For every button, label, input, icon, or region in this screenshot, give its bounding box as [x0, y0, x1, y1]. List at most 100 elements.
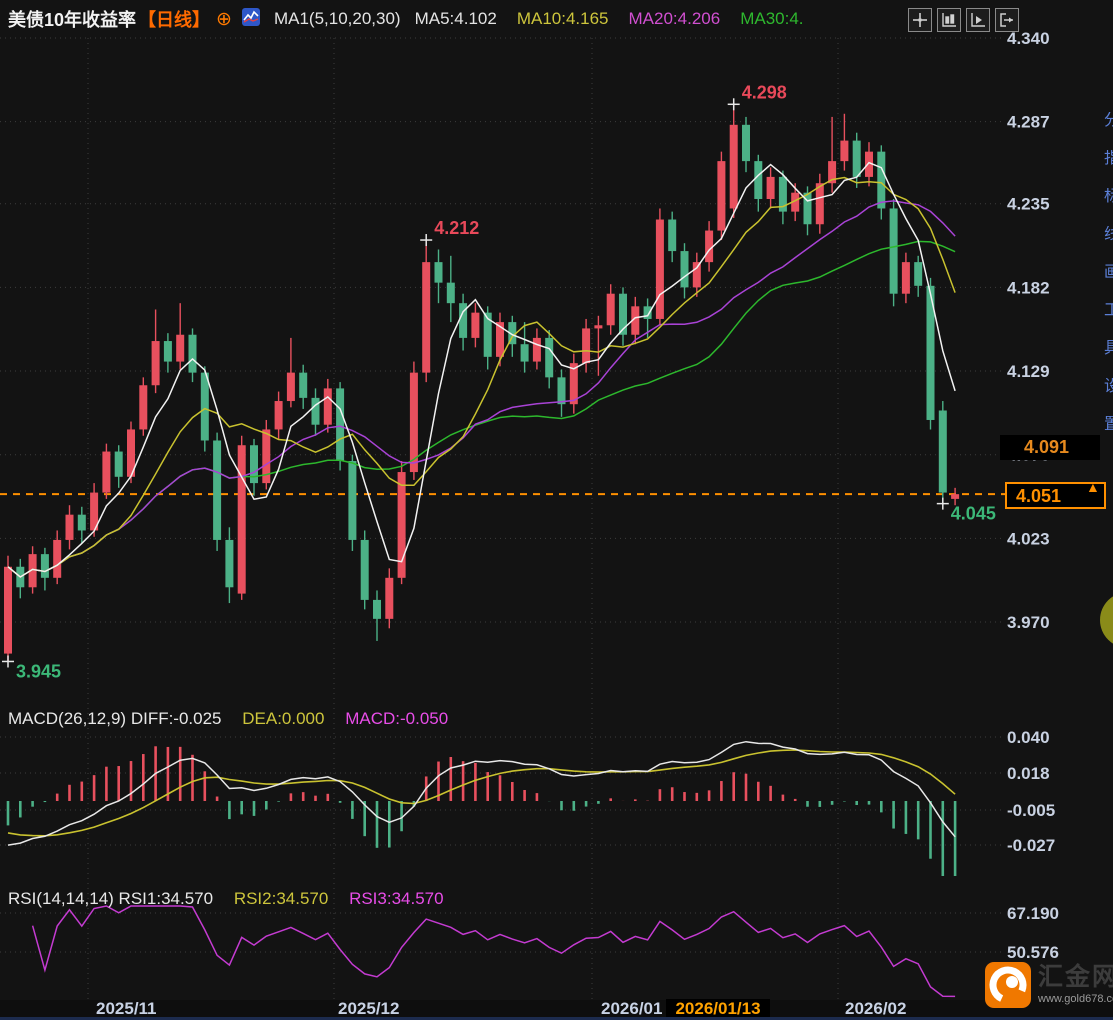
candle-body: [471, 312, 480, 338]
candle-body: [274, 401, 283, 430]
site-logo: 汇金网 www.gold678.com: [985, 962, 1113, 1008]
ma10-line: [7, 176, 956, 578]
ma10-value: MA10:4.165: [516, 9, 609, 28]
candle-body: [434, 262, 443, 283]
period-tag[interactable]: 【日线】: [138, 6, 210, 32]
candle-body: [311, 397, 320, 425]
side-tool-button-partial[interactable]: 设: [1104, 378, 1113, 396]
kline-mini-icon[interactable]: [241, 7, 260, 31]
candle-body: [385, 577, 394, 619]
candle-body: [53, 539, 62, 578]
macd-header: MACD(26,12,9) DIFF:-0.025 DEA:0.000 MACD…: [8, 709, 448, 729]
candle-body: [901, 262, 910, 294]
ma20-value: MA20:4.206: [628, 9, 721, 28]
side-tool-button-partial[interactable]: 工: [1104, 302, 1113, 320]
candle-body: [668, 219, 677, 252]
candle-body: [717, 161, 726, 231]
candle-body: [176, 334, 185, 362]
logo-name: 汇金网: [1038, 963, 1113, 991]
crosshair-icon[interactable]: [908, 8, 932, 32]
time-axis[interactable]: 2025/11 2025/12 2026/01 2026/02 2026/01/13 星…: [0, 999, 1113, 1020]
candle-body: [225, 539, 234, 588]
exit-right-icon[interactable]: [995, 8, 1019, 32]
chart-header: 美债10年收益率 【日线】 ⊕ MA1(5,10,20,30) MA5:4.10…: [8, 6, 804, 32]
candle-body: [729, 124, 738, 209]
ma5-line: [7, 161, 956, 578]
candle-body: [213, 440, 222, 540]
logo-url: www.gold678.com: [1038, 993, 1113, 1005]
price-axis-label: 3.970: [1007, 613, 1050, 632]
side-tool-button-partial[interactable]: 标: [1104, 188, 1113, 206]
price-axis-label: 4.235: [1007, 195, 1050, 214]
candle-body: [65, 514, 74, 540]
macd-axis-label: 0.018: [1007, 764, 1050, 783]
side-tool-button-partial[interactable]: 线: [1104, 226, 1113, 244]
month-label: 2026/02: [845, 999, 907, 1018]
side-tool-button-partial[interactable]: 指: [1104, 150, 1113, 168]
candle-body: [594, 325, 603, 329]
extreme-price-label: 4.298: [742, 82, 787, 102]
candle-body: [114, 451, 123, 477]
candle-body: [692, 262, 701, 288]
candle-body: [914, 262, 923, 286]
candle-body: [532, 337, 541, 362]
candle-body: [643, 306, 652, 319]
candle-body: [705, 230, 714, 263]
candle-body: [102, 451, 111, 493]
candle-body: [237, 445, 246, 594]
price-axis-label: 4.287: [1007, 113, 1050, 132]
ma20-line: [7, 200, 956, 578]
side-tool-button-partial[interactable]: 分: [1104, 112, 1113, 130]
chart-canvas[interactable]: 3.9454.2124.2984.0454.3404.2874.2354.182…: [0, 0, 1113, 1020]
candle-body: [840, 140, 849, 162]
rsi-params-rsi1: RSI(14,14,14) RSI1:34.570: [8, 889, 214, 908]
candle-body: [877, 151, 886, 209]
candle-body: [200, 372, 209, 441]
macd-params-diff: MACD(26,12,9) DIFF:-0.025: [8, 709, 222, 728]
candle-body: [582, 328, 591, 364]
price-axis-label: 4.129: [1007, 362, 1050, 381]
rsi-line: [31, 905, 956, 998]
candle-body: [323, 388, 332, 425]
ma30-value: MA30:4.: [740, 9, 804, 28]
candle-body: [163, 341, 172, 362]
month-label: 2026/01: [601, 999, 663, 1018]
candle-body: [4, 566, 12, 654]
macd-dea-value: DEA:0.000: [242, 709, 325, 728]
side-tool-button-partial[interactable]: 具: [1104, 340, 1113, 358]
side-tool-button-partial[interactable]: 画: [1104, 264, 1113, 282]
kline-play-icon[interactable]: [966, 8, 990, 32]
price-up-arrow-icon: ▲: [1086, 479, 1100, 495]
kline-axis-icon[interactable]: [937, 8, 961, 32]
macd-dea-line: [7, 749, 956, 837]
logo-swirl-icon: [985, 962, 1031, 1008]
candle-body: [766, 176, 775, 199]
candle-body: [557, 377, 566, 405]
candle-body: [446, 282, 455, 304]
price-axis-label: 4.182: [1007, 278, 1050, 297]
candle-body: [852, 140, 861, 177]
candle-body: [299, 372, 308, 398]
candle-body: [545, 337, 554, 378]
candle-body: [151, 341, 160, 386]
extreme-price-label: 4.045: [951, 504, 996, 524]
candle-body: [938, 410, 947, 493]
rsi-axis-label: 67.190: [1007, 904, 1059, 923]
rsi2-value: RSI2:34.570: [233, 889, 329, 908]
selected-date-label: 2026/01/13 星期二: [666, 999, 770, 1020]
candle-body: [360, 539, 369, 600]
add-indicator-icon[interactable]: ⊕: [216, 10, 232, 29]
candle-body: [40, 554, 49, 578]
ma-group-label: MA1(5,10,20,30): [273, 9, 401, 28]
candle-body: [373, 599, 381, 619]
side-tool-button-partial[interactable]: 置: [1104, 416, 1113, 434]
macd-axis-label: -0.027: [1007, 836, 1055, 855]
macd-axis-label: -0.005: [1007, 801, 1055, 820]
candle-body: [422, 262, 431, 373]
price-axis-label: 4.023: [1007, 529, 1050, 548]
extreme-price-label: 4.212: [434, 218, 479, 238]
rsi-header: RSI(14,14,14) RSI1:34.570 RSI2:34.570 RS…: [8, 889, 444, 909]
candle-body: [951, 494, 960, 499]
candle-body: [336, 388, 345, 462]
candle-body: [188, 334, 197, 373]
